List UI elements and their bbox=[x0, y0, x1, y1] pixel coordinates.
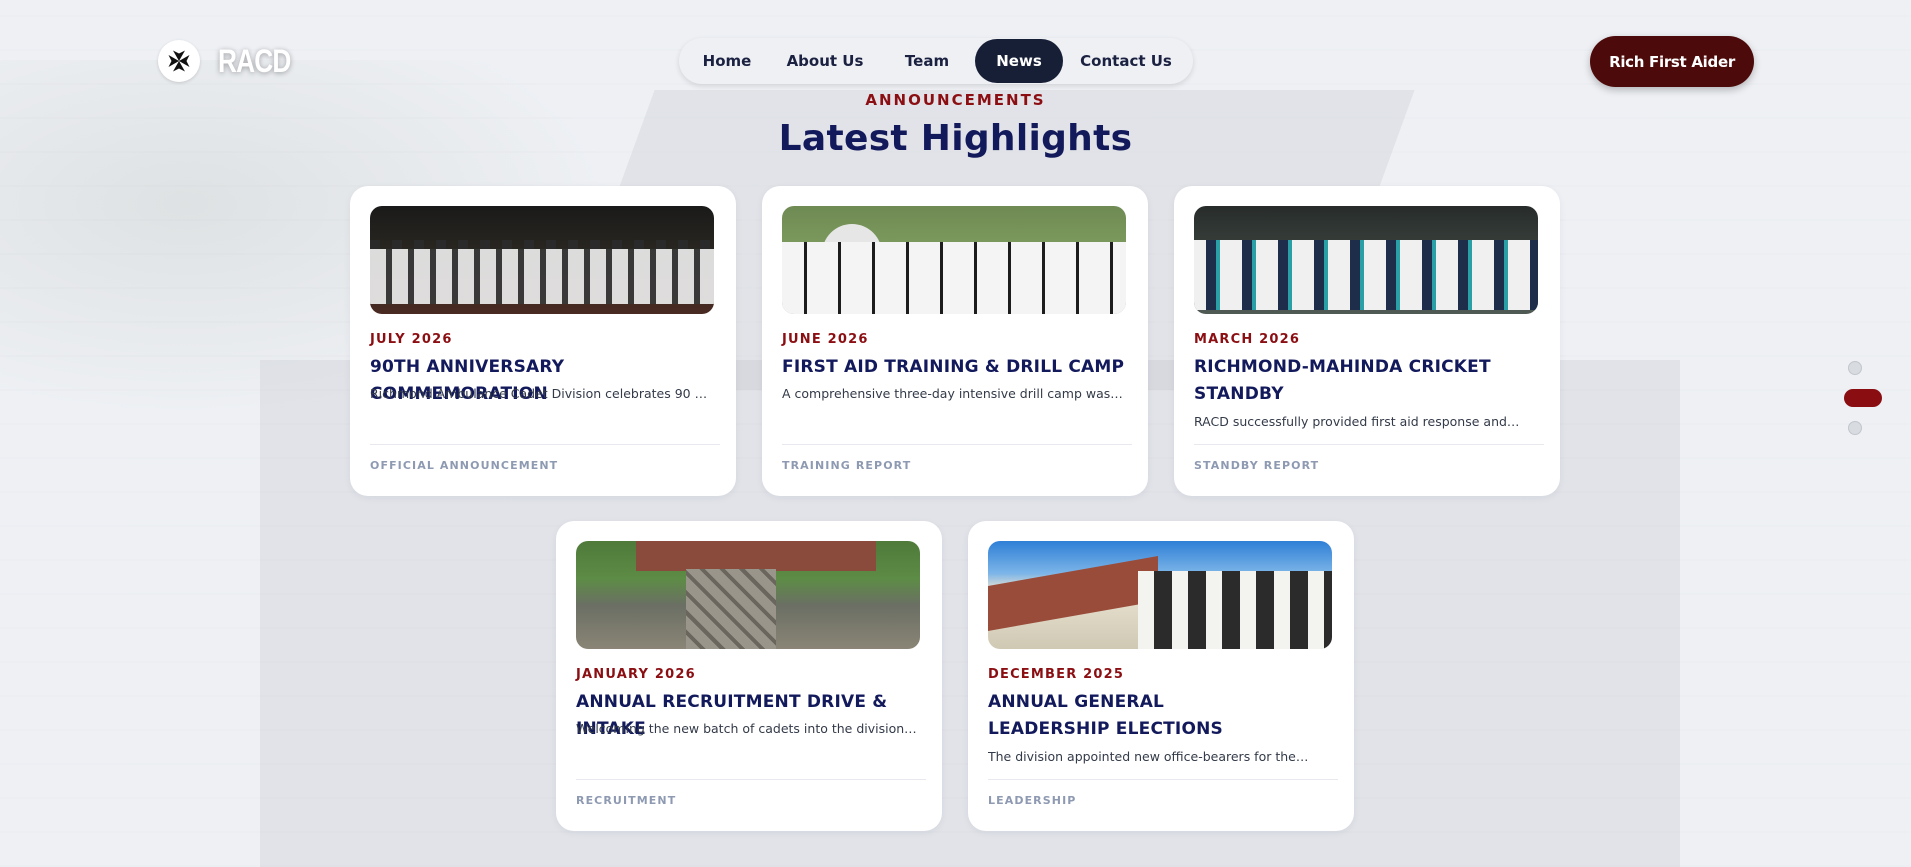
news-card[interactable]: JUNE 2026 FIRST AID TRAINING & DRILL CAM… bbox=[762, 186, 1148, 496]
card-divider bbox=[370, 444, 720, 445]
card-excerpt: The division appointed new office-bearer… bbox=[988, 749, 1309, 764]
card-divider bbox=[576, 779, 926, 780]
pagination-dot[interactable] bbox=[1848, 361, 1862, 375]
news-card[interactable]: DECEMBER 2025 ANNUAL GENERAL LEADERSHIP … bbox=[968, 521, 1354, 831]
card-title[interactable]: FIRST AID TRAINING & DRILL CAMP bbox=[782, 354, 1132, 381]
card-divider bbox=[1194, 444, 1544, 445]
pagination-dot-active[interactable] bbox=[1844, 389, 1882, 407]
news-card[interactable]: MARCH 2026 RICHMOND-MAHINDA CRICKET STAN… bbox=[1174, 186, 1560, 496]
nav-contact-us[interactable]: Contact Us bbox=[1063, 39, 1189, 83]
brand-name: RACD bbox=[218, 42, 291, 79]
card-date: JUNE 2026 bbox=[782, 332, 869, 347]
card-excerpt: RACD successfully provided first aid res… bbox=[1194, 414, 1520, 429]
card-date: JANUARY 2026 bbox=[576, 667, 696, 682]
nav-home[interactable]: Home bbox=[683, 39, 771, 83]
card-tag: LEADERSHIP bbox=[988, 794, 1077, 807]
cricket-team-photo bbox=[1194, 206, 1538, 314]
card-divider bbox=[782, 444, 1132, 445]
news-card[interactable]: JULY 2026 90TH ANNIVERSARY COMMEMORATION… bbox=[350, 186, 736, 496]
card-tag: TRAINING REPORT bbox=[782, 459, 912, 472]
card-date: MARCH 2026 bbox=[1194, 332, 1301, 347]
card-date: JULY 2026 bbox=[370, 332, 453, 347]
main-nav: Home About Us Team News Contact Us bbox=[679, 38, 1193, 84]
rich-first-aider-button[interactable]: Rich First Aider bbox=[1590, 36, 1754, 87]
section-title: Latest Highlights bbox=[778, 118, 1133, 159]
school-building-photo bbox=[988, 541, 1332, 649]
pagination-dot[interactable] bbox=[1848, 421, 1862, 435]
card-tag: STANDBY REPORT bbox=[1194, 459, 1320, 472]
card-excerpt: A comprehensive three-day intensive dril… bbox=[782, 386, 1126, 401]
nav-team[interactable]: Team bbox=[879, 39, 975, 83]
section-eyebrow: ANNOUNCEMENTS bbox=[865, 91, 1046, 109]
card-excerpt: Richmond Ambulance Cadet Division celebr… bbox=[370, 386, 714, 401]
card-divider bbox=[988, 779, 1338, 780]
card-title[interactable]: RICHMOND-MAHINDA CRICKET STANDBY bbox=[1194, 354, 1514, 408]
drill-camp-photo bbox=[782, 206, 1126, 314]
card-title[interactable]: ANNUAL GENERAL LEADERSHIP ELECTIONS bbox=[988, 689, 1288, 743]
card-excerpt: Welcoming the new batch of cadets into t… bbox=[576, 721, 920, 736]
maltese-cross-icon bbox=[158, 40, 200, 82]
news-card[interactable]: JANUARY 2026 ANNUAL RECRUITMENT DRIVE & … bbox=[556, 521, 942, 831]
card-tag: RECRUITMENT bbox=[576, 794, 677, 807]
brand-logo[interactable]: RACD bbox=[158, 40, 306, 82]
card-tag: OFFICIAL ANNOUNCEMENT bbox=[370, 459, 559, 472]
stone-house-photo bbox=[576, 541, 920, 649]
nav-news[interactable]: News bbox=[975, 39, 1063, 83]
nav-about-us[interactable]: About Us bbox=[771, 39, 879, 83]
night-parade-photo bbox=[370, 206, 714, 314]
card-date: DECEMBER 2025 bbox=[988, 667, 1125, 682]
